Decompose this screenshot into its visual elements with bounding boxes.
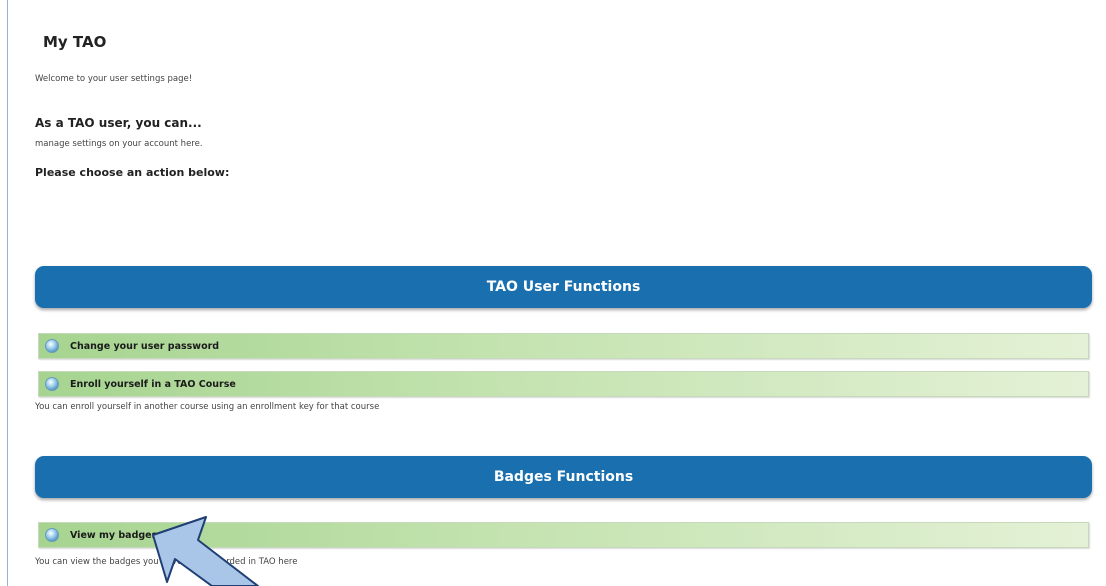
callout-arrow-icon: [152, 516, 259, 586]
